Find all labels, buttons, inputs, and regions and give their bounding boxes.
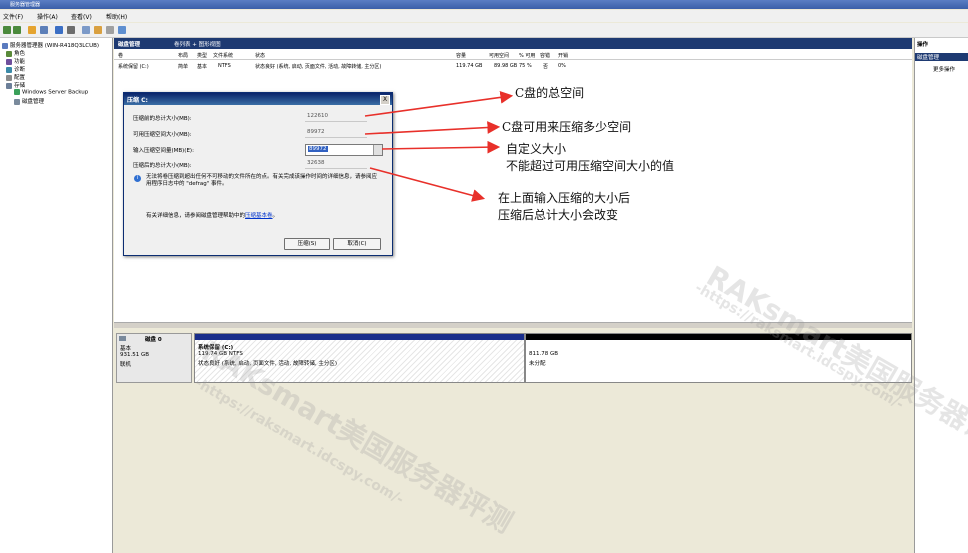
arrow-after — [369, 167, 486, 202]
annotation-available: C盘可用来压缩多少空间 — [502, 120, 632, 134]
annotation-arrows — [364, 90, 514, 202]
arrow-custom — [381, 140, 501, 154]
arrow-available — [364, 121, 501, 135]
annotation-total-space: C盘的总空间 — [515, 86, 585, 100]
arrow-total — [364, 90, 514, 117]
annotation-custom-1: 自定义大小 — [506, 142, 567, 156]
annotation-after-2: 压缩后总计大小会改变 — [498, 208, 619, 222]
annotation-custom-2: 不能超过可用压缩空间大小的值 — [506, 159, 675, 173]
annotation-after-1: 在上面输入压缩的大小后 — [498, 191, 631, 205]
